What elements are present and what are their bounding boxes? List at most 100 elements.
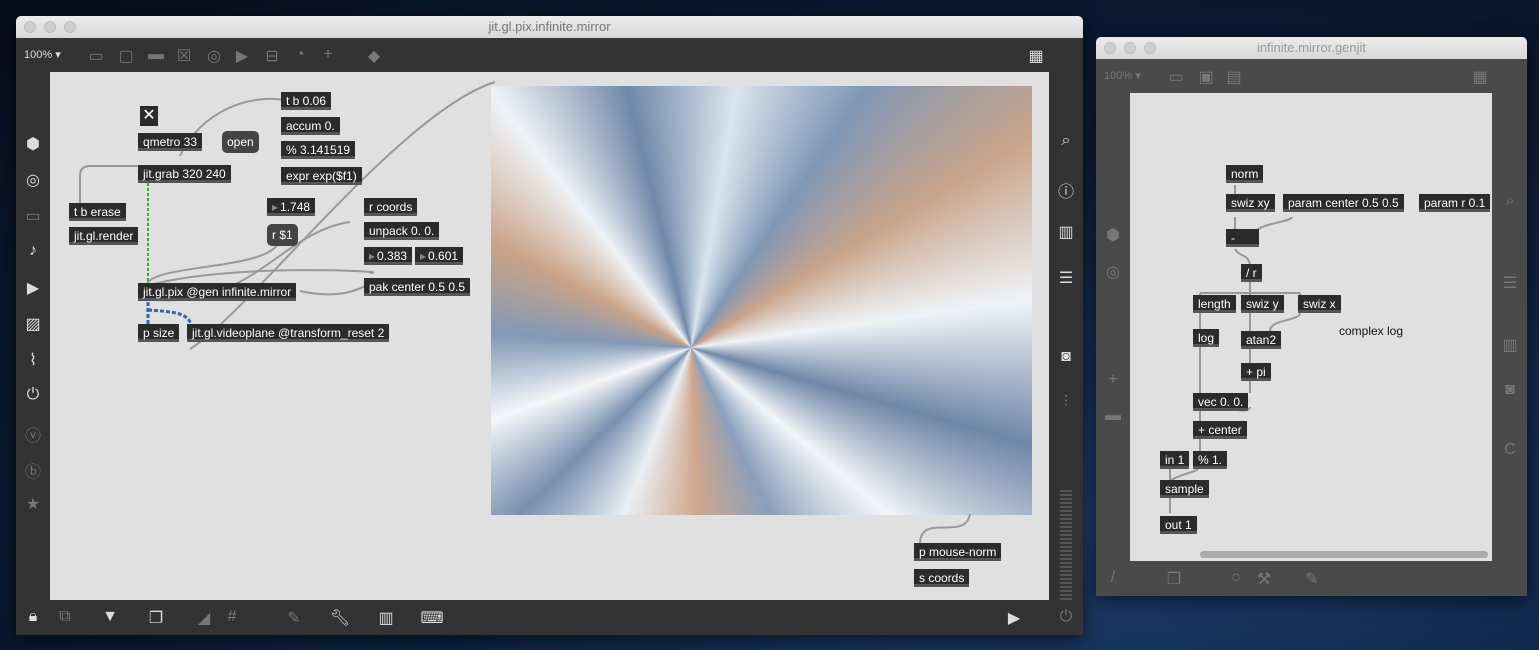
wrench-icon[interactable]: 🔧︎ (328, 608, 352, 628)
gen-param-center[interactable]: param center 0.5 0.5 (1283, 194, 1404, 212)
minimize-button[interactable] (1124, 42, 1136, 54)
zoom-button[interactable] (64, 21, 76, 33)
target-icon[interactable]: ◎ (21, 170, 45, 190)
minimize-button[interactable] (44, 21, 56, 33)
plus-icon[interactable]: + (316, 46, 340, 64)
paint-bucket-icon[interactable]: ◆ (362, 46, 386, 66)
comment-icon[interactable]: ▬ (144, 46, 168, 64)
gen-swiz-xy[interactable]: swiz xy (1226, 194, 1275, 212)
zoom-dropdown[interactable]: 100% ▾ (1104, 69, 1141, 82)
search-icon[interactable]: ⌕ (1498, 192, 1522, 210)
object-p-mouse-norm[interactable]: p mouse-norm (914, 543, 1002, 561)
gen-log[interactable]: log (1193, 329, 1220, 347)
object-s-coords[interactable]: s coords (914, 569, 970, 587)
gen-divide-r[interactable]: / r (1241, 264, 1262, 282)
number-box[interactable]: 1.748 (267, 198, 316, 216)
c-icon[interactable]: C (1498, 441, 1522, 459)
plug-icon[interactable]: ⏻ (21, 386, 45, 404)
gen-out-1[interactable]: out 1 (1160, 516, 1197, 534)
lock-icon[interactable]: 🔒︎ (21, 608, 45, 626)
circle-icon[interactable]: ○ (1224, 569, 1248, 587)
gen-swiz-y[interactable]: swiz y (1241, 295, 1284, 313)
keyboard-icon[interactable]: ⌨ (420, 608, 444, 628)
dial-icon[interactable]: ◔ (288, 46, 312, 64)
object-expr[interactable]: expr exp($f1) (281, 167, 362, 185)
gen-swiz-x[interactable]: swiz x (1298, 295, 1341, 313)
object-modulo[interactable]: % 3.141519 (281, 141, 356, 159)
gen-atan2[interactable]: atan2 (1241, 331, 1282, 349)
plus-icon[interactable]: + (1101, 371, 1125, 389)
grid-snap-icon[interactable]: # (220, 608, 244, 626)
object-icon[interactable]: ▣ (1194, 67, 1218, 87)
horizontal-scrollbar[interactable] (1200, 551, 1488, 558)
patcher-canvas[interactable]: ✕ qmetro 33 open jit.grab 320 240 t b er… (50, 72, 1049, 600)
number-box-y[interactable]: 0.601 (415, 247, 464, 265)
object-jit-gl-render[interactable]: jit.gl.render (69, 227, 139, 245)
object-qmetro[interactable]: qmetro 33 (138, 133, 203, 151)
presentation-mode-icon[interactable]: ▼ (98, 608, 122, 626)
vimeo-icon[interactable]: ⓥ (21, 422, 45, 446)
object-r-coords[interactable]: r coords (364, 198, 418, 216)
book-icon[interactable]: ▥ (1054, 222, 1078, 242)
zoom-button[interactable] (1144, 42, 1156, 54)
play-icon[interactable]: ▶ (230, 46, 254, 66)
button-icon[interactable]: ◎ (202, 46, 226, 66)
camera-icon[interactable]: ◙ (1498, 381, 1522, 399)
gen-param-r[interactable]: param r 0.1 (1419, 194, 1491, 212)
gen-plus-pi[interactable]: + pi (1241, 363, 1271, 381)
gen-norm[interactable]: norm (1226, 165, 1264, 183)
debug-icon[interactable]: ✎ (282, 608, 306, 628)
media-icon[interactable]: ▭ (21, 206, 45, 226)
number-box-x[interactable]: 0.383 (364, 247, 413, 265)
object-t-b-erase[interactable]: t b erase (69, 203, 126, 221)
gen-length[interactable]: length (1193, 295, 1236, 313)
audio-play-icon[interactable]: ▶ (1002, 608, 1026, 628)
debug-icon[interactable]: ✎ (1300, 569, 1324, 589)
music-note-icon[interactable]: ♪ (21, 242, 45, 260)
gen-sample[interactable]: sample (1160, 480, 1209, 498)
presentation-icon[interactable]: ▭ (1164, 67, 1188, 87)
slider-icon[interactable]: ⊟ (260, 46, 284, 66)
comment-icon[interactable]: ▬ (1101, 407, 1125, 425)
gen-subtract[interactable]: - (1226, 229, 1259, 247)
paperclip-icon[interactable]: ⌇ (21, 350, 45, 370)
target-icon[interactable]: ◎ (1101, 262, 1125, 282)
object-jit-gl-pix[interactable]: jit.gl.pix @gen infinite.mirror (138, 283, 297, 301)
toggle-icon[interactable]: ☒ (172, 46, 196, 66)
object-jit-grab[interactable]: jit.grab 320 240 (138, 165, 231, 183)
windows-icon[interactable]: ❐ (1162, 569, 1186, 589)
edit-icon[interactable]: / (1101, 569, 1125, 587)
windows-icon[interactable]: ❐ (144, 608, 168, 628)
presentation-icon[interactable]: ▭ (84, 46, 108, 66)
object-icon[interactable]: ▢ (114, 46, 138, 66)
mixer-icon[interactable]: ⫶ (1054, 394, 1078, 412)
cube-icon[interactable]: ⬢ (1101, 225, 1125, 245)
object-p-size[interactable]: p size (138, 324, 180, 342)
gen-modulo[interactable]: % 1. (1193, 451, 1228, 469)
list-icon[interactable]: ☰ (1054, 268, 1078, 288)
object-videoplane[interactable]: jit.gl.videoplane @transform_reset 2 (187, 324, 390, 342)
object-accum[interactable]: accum 0. (281, 117, 340, 135)
gen-plus-center[interactable]: + center (1193, 421, 1247, 439)
codebox-icon[interactable]: ▤ (1222, 67, 1246, 87)
zoom-dropdown[interactable]: 100% ▾ (24, 48, 61, 61)
mute-icon[interactable]: ◢ (192, 608, 216, 628)
info-icon[interactable]: ⓘ (1054, 178, 1078, 202)
piano-icon[interactable]: ▥ (374, 608, 398, 628)
video-icon[interactable]: ▶ (21, 278, 45, 298)
message-r[interactable]: r $1 (267, 224, 298, 246)
bandcamp-icon[interactable]: ⓑ (21, 458, 45, 482)
message-open[interactable]: open (222, 131, 259, 153)
object-pak[interactable]: pak center 0.5 0.5 (364, 278, 471, 296)
cube-icon[interactable]: ⬢ (21, 134, 45, 154)
image-icon[interactable]: ▨ (21, 314, 45, 334)
hammer-icon[interactable]: ⚒ (1252, 569, 1276, 589)
list-icon[interactable]: ☰ (1498, 273, 1522, 293)
toggle[interactable]: ✕ (140, 106, 158, 126)
camera-icon[interactable]: ◙ (1054, 348, 1078, 366)
object-t-b[interactable]: t b 0.06 (281, 92, 332, 110)
gen-canvas[interactable]: norm swiz xy param center 0.5 0.5 param … (1130, 93, 1492, 562)
close-button[interactable] (24, 21, 36, 33)
close-button[interactable] (1104, 42, 1116, 54)
power-icon[interactable]: ⏻ (1054, 608, 1078, 626)
